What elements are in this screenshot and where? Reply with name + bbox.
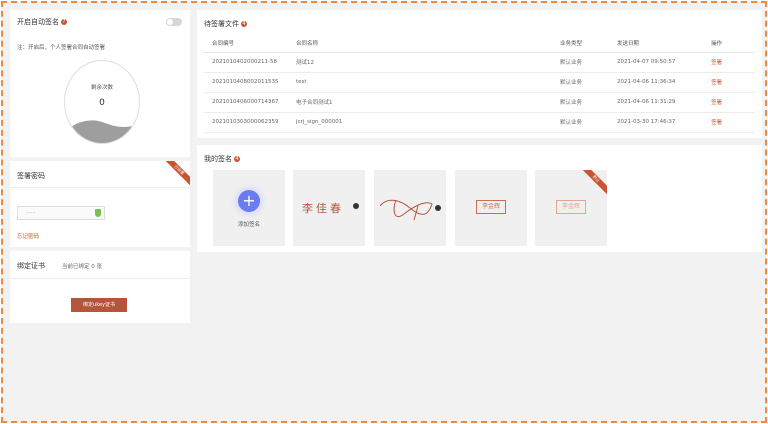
contract-name: jcrj_sign_000001 [288,112,552,133]
business-type: 默认业务 [552,52,609,73]
seal-text: 李金辉 [561,203,580,210]
add-signature-tile[interactable]: + 添加签名 [213,170,285,246]
seal-stamp: 李金辉 [476,200,506,214]
seal-stamp: 李金辉 [556,200,586,214]
sign-link[interactable]: 签署 [703,92,755,113]
pending-table-wrap: 合同编号 合同名称 业务类型 发送日期 操作 2021010402000211-… [204,34,755,133]
pending-count-badge: 4 [241,21,247,27]
send-date: 2021-04-06 11:36:34 [609,72,703,93]
auto-sign-title: 开启自动签名 [17,18,59,26]
password-input[interactable]: ······ [17,206,105,220]
sign-link[interactable]: 签署 [703,52,755,73]
wave-fill [65,120,139,143]
sign-link[interactable]: 签署 [703,72,755,93]
my-signs-title: 我的签名 [204,155,232,163]
auto-sign-toggle[interactable] [166,18,182,26]
table-row: 2021010408002011535 test 默认业务 2021-04-06… [204,72,755,93]
col-header: 操作 [703,34,755,53]
col-header: 业务类型 [552,34,609,53]
pending-files-card: 待签署文件 4 合同编号 合同名称 业务类型 发送日期 操作 202101040… [197,10,762,138]
my-signatures-card: 我的签名 4 + 添加签名 李佳春 李金辉 默认 李金辉 [197,145,762,252]
contract-name: 测试12 [288,52,552,73]
seal-tile[interactable]: 李金辉 [455,170,527,246]
cert-card: 绑定证书 当前已绑定 0 张 绑定ukey证书 [10,251,190,323]
add-signature-label: 添加签名 [237,222,260,228]
forgot-password-link[interactable]: 忘记密码 [17,232,39,240]
title-divider [10,187,190,188]
shield-check-icon [95,209,101,217]
pending-table: 合同编号 合同名称 业务类型 发送日期 操作 2021010402000211-… [204,34,755,133]
business-type: 默认业务 [552,92,609,113]
contract-id: 2021010303000062359 [204,112,288,133]
contract-id: 2021010406000714367 [204,92,288,113]
signature-info-icon[interactable] [435,205,441,211]
send-date: 2021-04-06 11:31:29 [609,92,703,113]
plus-icon: + [238,190,260,212]
default-ribbon: 默认 [581,170,607,196]
signature-info-icon[interactable] [353,203,359,209]
my-signs-count-badge: 4 [234,156,240,162]
help-icon[interactable]: ? [61,19,67,25]
send-date: 2021-03-30 17:46:37 [609,112,703,133]
cert-title: 绑定证书 [17,262,45,270]
signature-tile[interactable] [374,170,446,246]
handwritten-signature: 李佳春 [302,202,344,215]
remaining-count-circle: 剩余次数 0 [64,60,140,144]
page-frame: 开启自动签名 ? 注：开启后，个人签署合同自动签署 剩余次数 0 签署密码 已设… [1,1,767,423]
cert-status: 当前已绑定 0 张 [62,264,102,270]
sign-link[interactable]: 签署 [703,112,755,133]
sign-password-card: 签署密码 已设置 ······ 忘记密码 [10,161,190,247]
auto-sign-title-row: 开启自动签名 ? [17,17,67,27]
col-header: 合同编号 [204,34,288,53]
auto-sign-card: 开启自动签名 ? 注：开启后，个人签署合同自动签署 剩余次数 0 [10,10,190,157]
password-value: ······ [26,210,36,216]
pending-title: 待签署文件 [204,20,239,28]
my-signs-title-row: 我的签名 4 [204,154,240,164]
table-row: 2021010402000211-58 测试12 默认业务 2021-04-07… [204,52,755,73]
sign-password-title: 签署密码 [17,172,45,180]
contract-id: 2021010402000211-58 [204,52,288,73]
col-header: 合同名称 [288,34,552,53]
contract-name: test [288,72,552,93]
business-type: 默认业务 [552,112,609,133]
pending-title-row: 待签署文件 4 [204,19,247,29]
table-row: 2021010303000062359 jcrj_sign_000001 默认业… [204,112,755,133]
contract-id: 2021010408002011535 [204,72,288,93]
password-set-ribbon: 已设置 [164,161,190,187]
auto-sign-note: 注：开启后，个人签署合同自动签署 [17,45,106,51]
send-date: 2021-04-07 09:50:57 [609,52,703,73]
table-row: 2021010406000714367 电子合同测试1 默认业务 2021-04… [204,92,755,113]
contract-name: 电子合同测试1 [288,92,552,113]
business-type: 默认业务 [552,72,609,93]
seal-tile-default[interactable]: 默认 李金辉 [535,170,607,246]
table-header-row: 合同编号 合同名称 业务类型 发送日期 操作 [204,34,755,53]
title-divider [10,278,190,279]
seal-text: 李金辉 [481,203,500,210]
bind-ukey-button[interactable]: 绑定ukey证书 [71,298,127,312]
signature-tile[interactable]: 李佳春 [293,170,365,246]
col-header: 发送日期 [609,34,703,53]
